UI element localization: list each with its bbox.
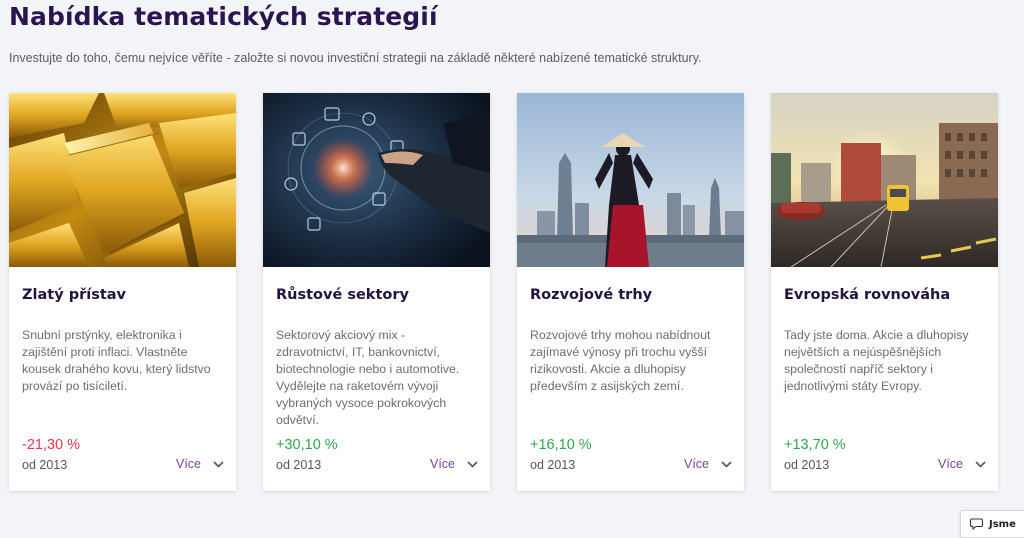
card-image-tech-hand xyxy=(263,93,490,267)
more-label: Více xyxy=(175,457,201,471)
more-label: Více xyxy=(683,457,709,471)
strategy-card-gold[interactable]: Zlatý přístav Snubní prstýnky, elektroni… xyxy=(9,93,236,491)
card-image-gold-bars xyxy=(9,93,236,267)
card-description: Tady jste doma. Akcie a dluhopisy největ… xyxy=(784,328,969,393)
strategy-card-growth[interactable]: Růstové sektory Sektorový akciový mix - … xyxy=(263,93,490,491)
card-title: Růstové sektory xyxy=(276,287,409,303)
card-description: Rozvojové trhy mohou nabídnout zajímavé … xyxy=(530,328,711,393)
card-title: Evropská rovnováha xyxy=(784,287,951,303)
chat-bubble-icon xyxy=(970,518,983,530)
card-since: od 2013 xyxy=(530,458,576,472)
card-description: Sektorový akciový mix - zdravotnictví, I… xyxy=(276,328,460,427)
card-description: Snubní prstýnky, elektronika i zajištění… xyxy=(22,328,211,393)
card-performance: -21,30 % xyxy=(22,437,81,453)
chevron-down-icon xyxy=(213,460,224,468)
more-label: Více xyxy=(429,457,455,471)
strategy-card-emerging[interactable]: Rozvojové trhy Rozvojové trhy mohou nabí… xyxy=(517,93,744,491)
chat-widget-button[interactable]: Jsme xyxy=(960,510,1024,538)
chevron-down-icon xyxy=(975,460,986,468)
more-button[interactable]: Více xyxy=(938,457,986,471)
card-image-european-street xyxy=(771,93,998,267)
more-button[interactable]: Více xyxy=(176,457,224,471)
card-title: Zlatý přístav xyxy=(22,287,126,303)
card-since: od 2013 xyxy=(276,458,322,472)
card-performance: +13,70 % xyxy=(784,437,846,453)
chevron-down-icon xyxy=(721,460,732,468)
strategy-card-europe[interactable]: Evropská rovnováha Tady jste doma. Akcie… xyxy=(771,93,998,491)
strategy-cards: Zlatý přístav Snubní prstýnky, elektroni… xyxy=(0,93,1024,493)
more-label: Více xyxy=(937,457,963,471)
page-title: Nabídka tematických strategií xyxy=(9,2,438,31)
card-since: od 2013 xyxy=(784,458,830,472)
card-since: od 2013 xyxy=(22,458,68,472)
card-image-city-skyline xyxy=(517,93,744,267)
page-subtitle: Investujte do toho, čemu nejvíce věříte … xyxy=(9,51,702,65)
chevron-down-icon xyxy=(467,460,478,468)
card-performance: +30,10 % xyxy=(276,437,338,453)
more-button[interactable]: Více xyxy=(430,457,478,471)
card-performance: +16,10 % xyxy=(530,437,592,453)
more-button[interactable]: Více xyxy=(684,457,732,471)
card-title: Rozvojové trhy xyxy=(530,287,653,303)
chat-label: Jsme xyxy=(989,518,1016,530)
